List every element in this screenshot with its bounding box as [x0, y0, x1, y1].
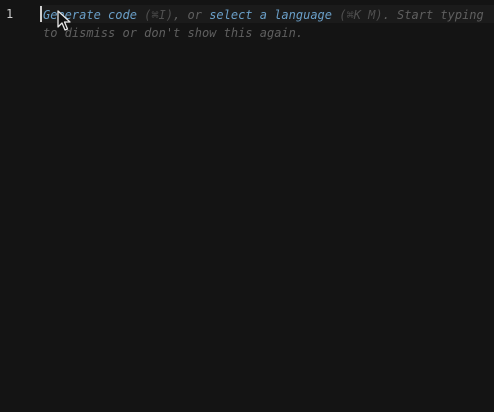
select-language-link[interactable]: select a language	[209, 8, 332, 22]
hint-connector: , or	[173, 8, 210, 22]
text-cursor	[40, 6, 42, 22]
select-language-shortcut: (⌘K M)	[339, 8, 383, 22]
code-editor[interactable]: 1 Generate code (⌘I), or select a langua…	[0, 0, 494, 412]
editor-content[interactable]: Generate code (⌘I), or select a language…	[40, 0, 494, 412]
empty-editor-hint: Generate code (⌘I), or select a language…	[43, 6, 494, 42]
line-gutter: 1	[0, 0, 38, 412]
generate-code-shortcut: (⌘I)	[144, 8, 174, 22]
line-number: 1	[6, 7, 14, 21]
mouse-pointer-icon	[57, 10, 71, 31]
